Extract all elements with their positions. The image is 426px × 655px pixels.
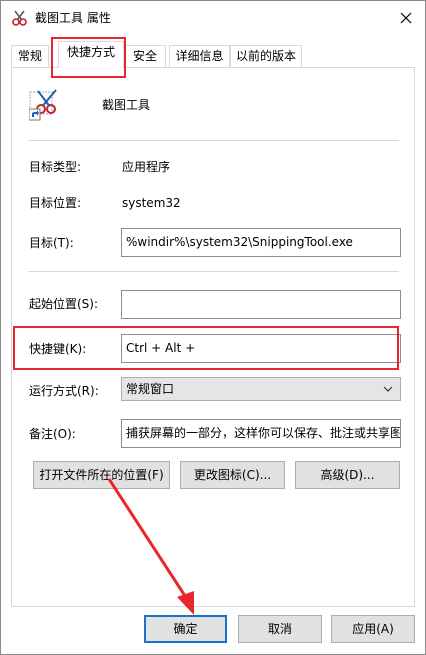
change-icon-button[interactable]: 更改图标(C)... xyxy=(180,461,285,489)
tab-security[interactable]: 安全 xyxy=(124,45,166,67)
tab-details[interactable]: 详细信息 xyxy=(169,45,230,67)
target-label: 目标(T): xyxy=(29,236,74,250)
snipping-tool-icon xyxy=(29,89,57,121)
comment-input[interactable]: 捕获屏幕的一部分，这样你可以保存、批注或共享图 xyxy=(121,419,401,448)
properties-dialog: 截图工具 属性 常规 快捷方式 安全 详细信息 以前的版本 截图工具 目标类型:… xyxy=(0,0,426,655)
tab-shortcut[interactable]: 快捷方式 xyxy=(58,41,124,68)
target-type-label: 目标类型: xyxy=(29,160,82,174)
start-in-label: 起始位置(S): xyxy=(29,297,99,311)
start-in-input[interactable] xyxy=(121,290,401,319)
target-type-value: 应用程序 xyxy=(122,160,171,174)
hotkey-input[interactable]: Ctrl + Alt + xyxy=(121,334,401,363)
apply-button[interactable]: 应用(A) xyxy=(331,615,415,643)
chevron-down-icon xyxy=(383,386,393,392)
target-input[interactable]: %windir%\system32\SnippingTool.exe xyxy=(121,228,401,257)
tab-general[interactable]: 常规 xyxy=(11,45,49,67)
app-name: 截图工具 xyxy=(102,98,151,112)
ok-button[interactable]: 确定 xyxy=(144,615,227,643)
separator xyxy=(28,140,399,141)
hotkey-label: 快捷键(K): xyxy=(29,342,87,356)
run-select-value: 常规窗口 xyxy=(126,382,175,396)
cancel-button[interactable]: 取消 xyxy=(238,615,322,643)
run-label: 运行方式(R): xyxy=(29,384,99,398)
target-location-value: system32 xyxy=(122,196,181,210)
separator xyxy=(28,271,399,272)
close-icon xyxy=(400,12,412,24)
open-file-location-button[interactable]: 打开文件所在的位置(F) xyxy=(33,461,170,489)
target-location-label: 目标位置: xyxy=(29,196,82,210)
comment-label: 备注(O): xyxy=(29,427,76,441)
title-bar: 截图工具 属性 xyxy=(1,1,425,35)
tab-previous-versions[interactable]: 以前的版本 xyxy=(230,45,302,67)
close-button[interactable] xyxy=(391,5,421,31)
window-title: 截图工具 属性 xyxy=(35,11,111,25)
run-select[interactable]: 常规窗口 xyxy=(121,377,401,401)
advanced-button[interactable]: 高级(D)... xyxy=(295,461,400,489)
scissors-icon xyxy=(12,10,27,26)
